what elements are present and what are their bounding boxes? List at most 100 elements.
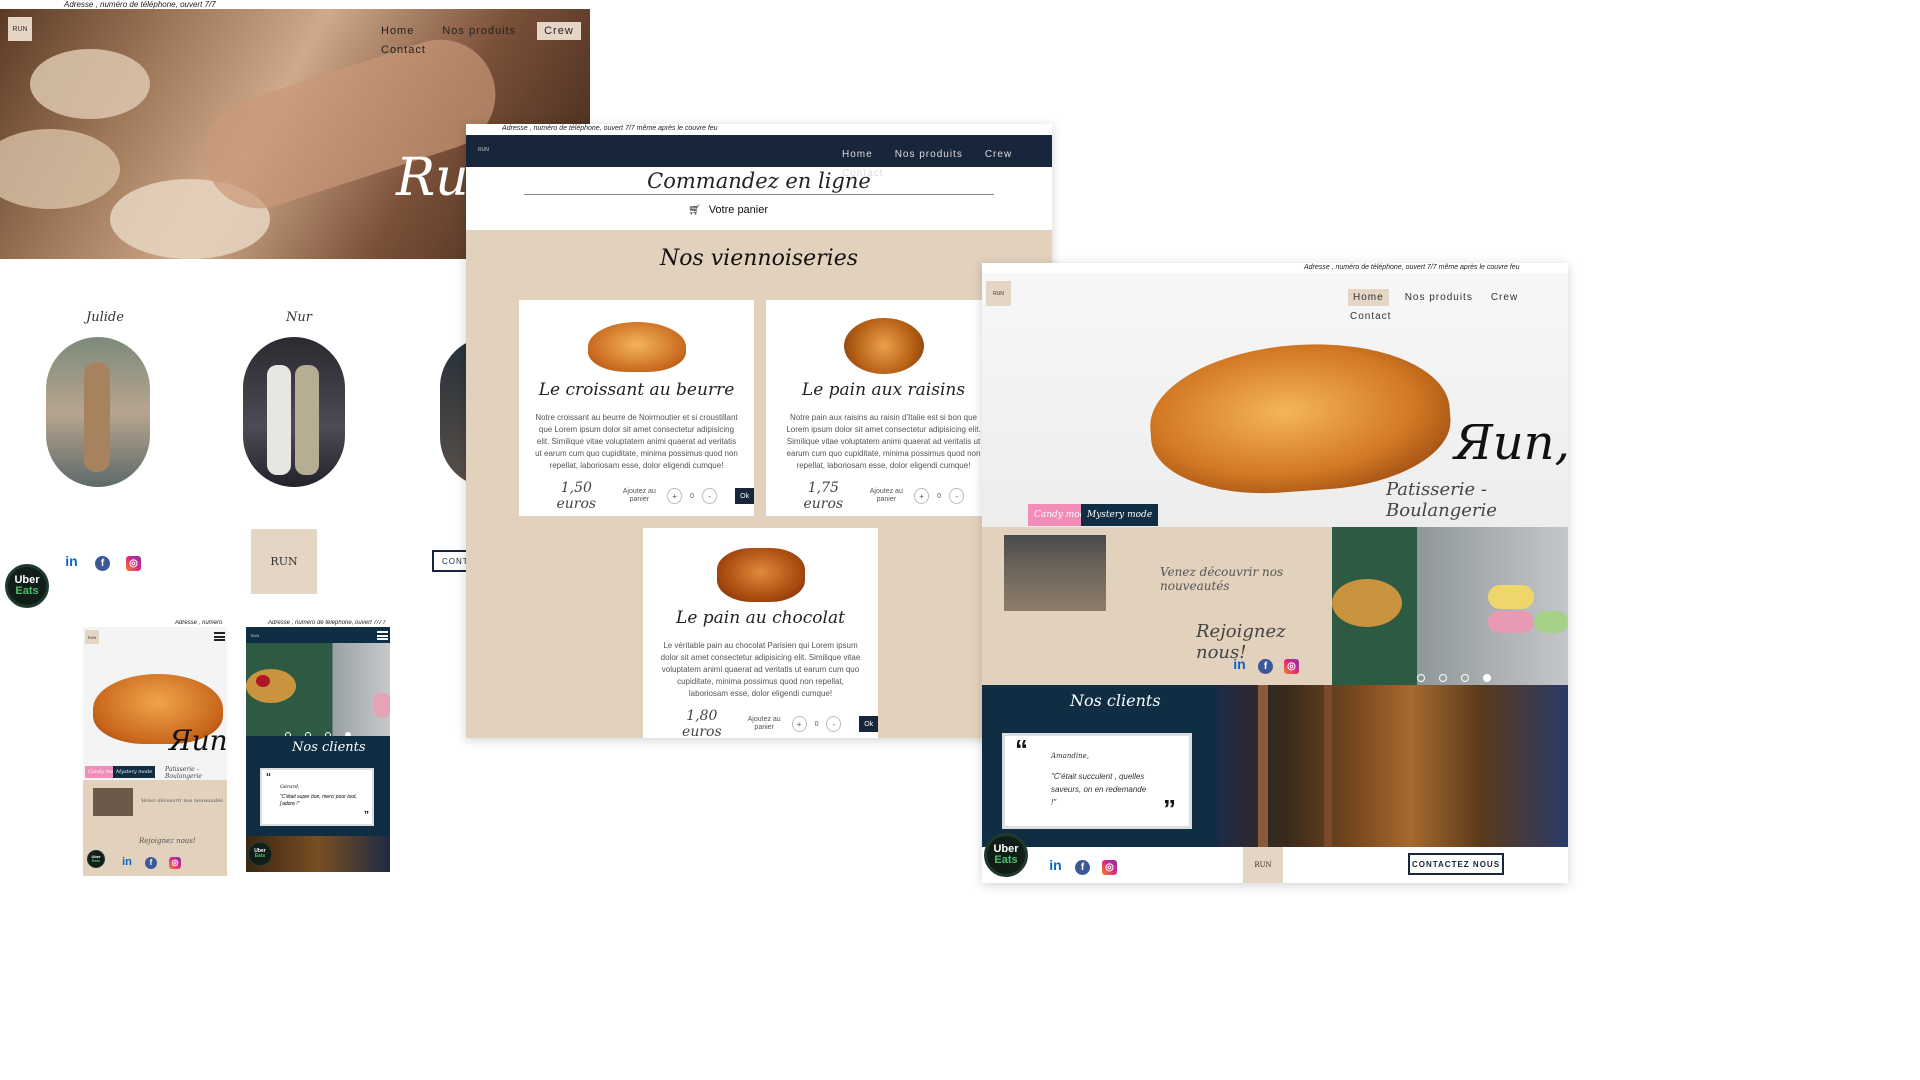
order-logo[interactable]: RUN bbox=[478, 147, 489, 153]
review-card: “ Amandine, "C'était succulent , quelles… bbox=[1002, 733, 1192, 829]
mobile-join: Rejoignez nous! bbox=[139, 837, 196, 845]
promo-facebook-icon[interactable]: f bbox=[1258, 659, 1273, 674]
product-name: Le pain aux raisins bbox=[801, 380, 966, 400]
main-nav: Home Nos produits Crew Contact bbox=[360, 21, 590, 59]
promo-band: Venez découvrir nos nouveautés Rejoignez… bbox=[982, 527, 1332, 685]
pain-chocolat-image bbox=[716, 548, 805, 602]
croissant-image bbox=[587, 322, 686, 372]
slider-dot-1[interactable] bbox=[1417, 674, 1425, 682]
uber-eats-badge[interactable]: Uber Eats bbox=[5, 564, 49, 608]
home-linkedin-icon[interactable]: in bbox=[1048, 857, 1063, 873]
qty-plus-button[interactable]: + bbox=[914, 488, 930, 504]
mobile-social: in f ◎ bbox=[121, 852, 197, 870]
qty-value: 0 bbox=[690, 492, 695, 500]
facebook-icon[interactable]: f bbox=[95, 556, 110, 571]
slider-dot-3[interactable] bbox=[1461, 674, 1469, 682]
promo-linkedin-icon[interactable]: in bbox=[1232, 656, 1247, 672]
product-card: Le pain aux raisins Notre pain aux raisi… bbox=[766, 300, 1001, 516]
order-nav-home[interactable]: Home bbox=[838, 146, 877, 163]
mobile2-uber-badge[interactable]: Uber Eats bbox=[248, 842, 272, 866]
mobile-address: Adresse , numéro bbox=[175, 620, 223, 626]
qty-minus-button[interactable]: - bbox=[826, 716, 842, 732]
nav-home[interactable]: Home bbox=[374, 22, 421, 40]
review-text: "C'était succulent , quelles saveurs, on… bbox=[1051, 772, 1147, 807]
bakery-interior-photo bbox=[1218, 685, 1568, 847]
mobile2-eats-label: Eats bbox=[254, 853, 266, 859]
logo[interactable]: RUN bbox=[8, 17, 32, 41]
home-nav-products[interactable]: Nos produits bbox=[1403, 289, 1475, 306]
mobile-mystery-mode[interactable]: Mystery mode bbox=[113, 766, 156, 778]
product-order-row: 1,80 euros Ajoutez au panier + 0 - Ok bbox=[667, 708, 878, 738]
home-facebook-icon[interactable]: f bbox=[1075, 860, 1090, 875]
order-nav-crew[interactable]: Crew bbox=[981, 146, 1016, 163]
contact-us-button[interactable]: CONTACTEZ NOUS bbox=[1408, 853, 1504, 875]
order-page-screenshot: Adresse , numéro de téléphone, ouvert 7/… bbox=[466, 124, 1052, 738]
slider-dot-4[interactable] bbox=[1483, 674, 1491, 682]
nav-crew[interactable]: Crew bbox=[537, 22, 581, 40]
footer-logo-text: RUN bbox=[270, 555, 298, 568]
open-quote-icon: “ bbox=[1015, 734, 1028, 764]
mobile-subtitle: Patisserie - Boulangerie bbox=[165, 766, 202, 780]
address-bar: Adresse , numéro de téléphone, ouvert 7/… bbox=[64, 0, 216, 9]
home-instagram-icon[interactable]: ◎ bbox=[1102, 860, 1117, 875]
home-nav-home[interactable]: Home bbox=[1348, 289, 1389, 306]
home-nav-contact[interactable]: Contact bbox=[1348, 308, 1393, 325]
mobile2-clients-title: Nos clients bbox=[292, 740, 366, 755]
product-name: Le croissant au beurre bbox=[538, 380, 735, 400]
mobile2-header bbox=[246, 627, 390, 643]
mobile-uber-badge[interactable]: Uber Eats bbox=[87, 850, 105, 868]
product-price: 1,80 euros bbox=[682, 708, 722, 738]
qty-plus-button[interactable]: + bbox=[667, 488, 683, 504]
slider-dot-2[interactable] bbox=[1439, 674, 1447, 682]
mobile2-hamburger-icon[interactable] bbox=[377, 631, 388, 640]
ok-button[interactable]: Ok bbox=[859, 716, 878, 732]
qty-minus-button[interactable]: - bbox=[702, 488, 718, 504]
qty-plus-button[interactable]: + bbox=[791, 716, 807, 732]
order-address: Adresse , numéro de téléphone, ouvert 7/… bbox=[502, 125, 718, 132]
clients-title: Nos clients bbox=[1070, 691, 1161, 710]
qty-minus-button[interactable]: - bbox=[949, 488, 965, 504]
discover-text: Venez découvrir nos nouveautés bbox=[1160, 565, 1284, 593]
home-brand: Яun, bbox=[1454, 415, 1568, 471]
add-to-cart-label: Ajoutez au panier bbox=[747, 716, 781, 731]
nav-products[interactable]: Nos produits bbox=[435, 22, 523, 40]
cart-label: Votre panier bbox=[708, 204, 769, 216]
mystery-mode-button[interactable]: Mystery mode bbox=[1081, 504, 1159, 526]
product-desc: Notre pain aux raisins au raisin d'Itali… bbox=[786, 413, 981, 470]
product-order-row: 1,50 euros Ajoutez au panier + 0 - Ok bbox=[541, 480, 754, 512]
order-nav-products[interactable]: Nos produits bbox=[891, 146, 967, 163]
qty-value: 0 bbox=[937, 492, 942, 500]
review-name: Amandine, bbox=[1051, 752, 1089, 760]
home-footer-logo-text: RUN bbox=[1254, 861, 1272, 869]
close-quote-icon: ” bbox=[1163, 794, 1176, 824]
home-page-screenshot: Adresse , numéro de téléphone, ouvert 7/… bbox=[982, 263, 1568, 883]
cart-link[interactable]: 🛒︎ Votre panier bbox=[688, 204, 768, 216]
promo-slider bbox=[1332, 527, 1568, 685]
mobile-brand: Яun, bbox=[169, 724, 227, 757]
home-social: in f ◎ bbox=[1048, 857, 1133, 875]
mobile-promo: Venez découvrir nos nouveautés Rejoignez… bbox=[83, 780, 227, 876]
promo-instagram-icon[interactable]: ◎ bbox=[1284, 659, 1299, 674]
instagram-icon[interactable]: ◎ bbox=[126, 556, 141, 571]
mobile-logo[interactable]: RUN bbox=[85, 630, 99, 644]
mobile-instagram-icon[interactable]: ◎ bbox=[169, 856, 181, 869]
mobile-clients-screenshot: Adresse , numéro de téléphone, ouvert 7/… bbox=[246, 620, 390, 872]
mobile-discover: Venez découvrir nos nouveautés bbox=[141, 798, 223, 804]
home-footer: Uber Eats in f ◎ RUN CONTACTEZ NOUS bbox=[982, 833, 1568, 883]
ok-button[interactable]: Ok bbox=[735, 488, 754, 504]
home-logo[interactable]: RUN bbox=[986, 281, 1011, 306]
home-nav-crew[interactable]: Crew bbox=[1489, 289, 1520, 306]
mobile2-logo[interactable]: RUN bbox=[249, 629, 261, 641]
linkedin-icon[interactable]: in bbox=[64, 553, 79, 569]
promo-social: in f ◎ bbox=[1232, 656, 1315, 674]
mobile-facebook-icon[interactable]: f bbox=[145, 856, 157, 869]
add-to-cart-label: Ajoutez au panier bbox=[869, 488, 903, 503]
nav-contact[interactable]: Contact bbox=[374, 41, 433, 59]
mobile-linkedin-icon[interactable]: in bbox=[121, 856, 133, 868]
hamburger-icon[interactable] bbox=[214, 632, 225, 641]
section-title: Nos viennoiseries bbox=[659, 246, 859, 271]
home-uber-badge[interactable]: Uber Eats bbox=[984, 833, 1028, 877]
mobile2-clients: Nos clients “ Gérard, "C'était super bon… bbox=[246, 736, 390, 872]
hero-croissant bbox=[1145, 334, 1455, 502]
order-title: Commandez en ligne bbox=[647, 169, 871, 193]
